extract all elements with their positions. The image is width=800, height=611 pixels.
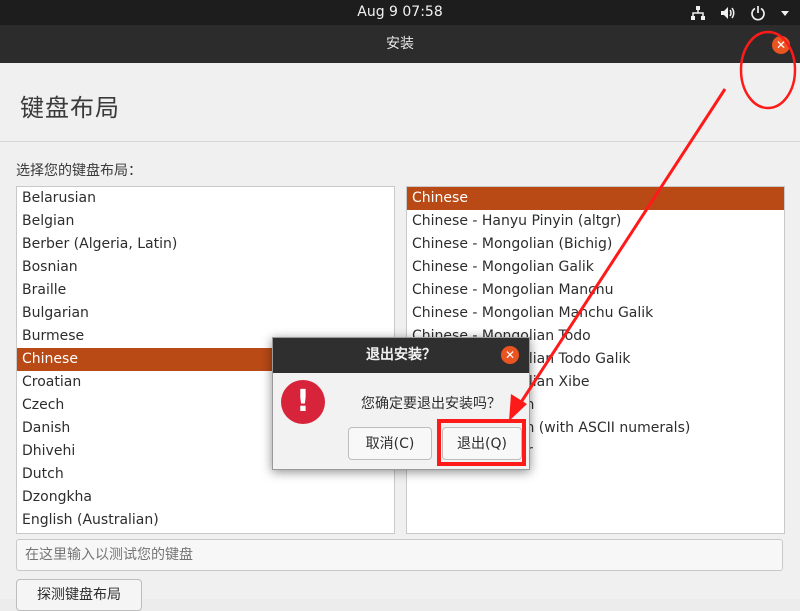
annotation-arrow-line — [514, 88, 727, 411]
annotation-ellipse — [739, 30, 797, 110]
annotation-overlay — [509, 30, 797, 421]
